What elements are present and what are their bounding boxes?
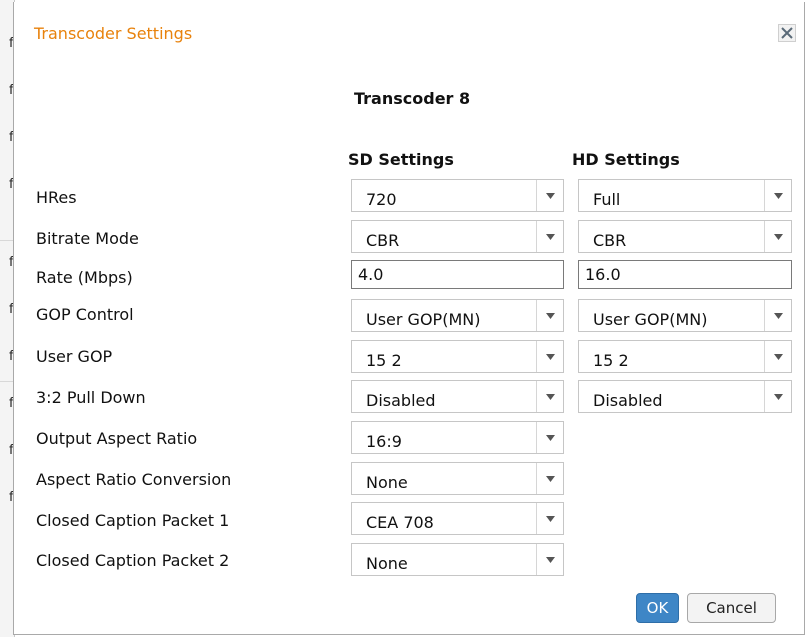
select-value: Full: [593, 190, 621, 209]
transcoder-settings-dialog: Transcoder Settings Transcoder 8 SD Sett…: [13, 2, 805, 635]
chevron-down-icon: [764, 180, 791, 211]
select-value: User GOP(MN): [593, 310, 708, 329]
chevron-down-icon: [536, 180, 563, 211]
rate-sd-field[interactable]: [351, 260, 564, 289]
select-value: CBR: [366, 231, 400, 250]
pull-down-sd-select[interactable]: Disabled: [351, 380, 564, 413]
chevron-down-icon: [536, 422, 563, 453]
select-value: CBR: [593, 231, 627, 250]
sd-settings-header: SD Settings: [348, 150, 454, 169]
chevron-down-icon: [536, 341, 563, 372]
aspect-ratio-conversion-select[interactable]: None: [351, 462, 564, 495]
output-aspect-ratio-label: Output Aspect Ratio: [36, 429, 198, 448]
chevron-down-icon: [764, 221, 791, 252]
rate-label: Rate (Mbps): [36, 268, 133, 287]
bitrate-mode-hd-select[interactable]: CBR: [578, 220, 792, 253]
chevron-down-icon: [536, 544, 563, 575]
gop-control-label: GOP Control: [36, 305, 134, 324]
select-value: CEA 708: [366, 513, 434, 532]
closed-caption-packet-1-label: Closed Caption Packet 1: [36, 511, 230, 530]
dialog-title: Transcoder Settings: [34, 24, 193, 43]
hres-hd-select[interactable]: Full: [578, 179, 792, 212]
rate-sd-input[interactable]: [352, 261, 563, 288]
rate-hd-input[interactable]: [579, 261, 791, 288]
closed-caption-packet-1-select[interactable]: CEA 708: [351, 502, 564, 535]
chevron-down-icon: [536, 300, 563, 331]
chevron-down-icon: [764, 381, 791, 412]
bitrate-mode-sd-select[interactable]: CBR: [351, 220, 564, 253]
aspect-ratio-conversion-label: Aspect Ratio Conversion: [36, 470, 232, 489]
cancel-button[interactable]: Cancel: [687, 593, 776, 623]
ok-button[interactable]: OK: [636, 593, 679, 623]
user-gop-hd-select[interactable]: 15 2: [578, 340, 792, 373]
gop-control-sd-select[interactable]: User GOP(MN): [351, 299, 564, 332]
select-value: User GOP(MN): [366, 310, 481, 329]
bitrate-mode-label: Bitrate Mode: [36, 229, 139, 248]
chevron-down-icon: [536, 381, 563, 412]
close-button[interactable]: [778, 24, 796, 42]
background-divider: [0, 240, 14, 241]
rate-hd-field[interactable]: [578, 260, 792, 289]
chevron-down-icon: [536, 221, 563, 252]
output-aspect-ratio-select[interactable]: 16:9: [351, 421, 564, 454]
select-value: None: [366, 473, 408, 492]
select-value: 16:9: [366, 432, 402, 451]
closed-caption-packet-2-label: Closed Caption Packet 2: [36, 551, 230, 570]
select-value: None: [366, 554, 408, 573]
closed-caption-packet-2-select[interactable]: None: [351, 543, 564, 576]
select-value: Disabled: [593, 391, 663, 410]
select-value: 720: [366, 190, 397, 209]
hres-sd-select[interactable]: 720: [351, 179, 564, 212]
hres-label: HRes: [36, 188, 77, 207]
pull-down-label: 3:2 Pull Down: [36, 388, 146, 407]
chevron-down-icon: [536, 503, 563, 534]
hd-settings-header: HD Settings: [572, 150, 680, 169]
pull-down-hd-select[interactable]: Disabled: [578, 380, 792, 413]
close-icon: [781, 27, 793, 39]
chevron-down-icon: [764, 341, 791, 372]
background-divider: [0, 381, 14, 382]
user-gop-label: User GOP: [36, 347, 113, 366]
chevron-down-icon: [536, 463, 563, 494]
select-value: 15 2: [366, 351, 402, 370]
chevron-down-icon: [764, 300, 791, 331]
gop-control-hd-select[interactable]: User GOP(MN): [578, 299, 792, 332]
user-gop-sd-select[interactable]: 15 2: [351, 340, 564, 373]
select-value: 15 2: [593, 351, 629, 370]
select-value: Disabled: [366, 391, 436, 410]
transcoder-heading: Transcoder 8: [354, 89, 471, 108]
